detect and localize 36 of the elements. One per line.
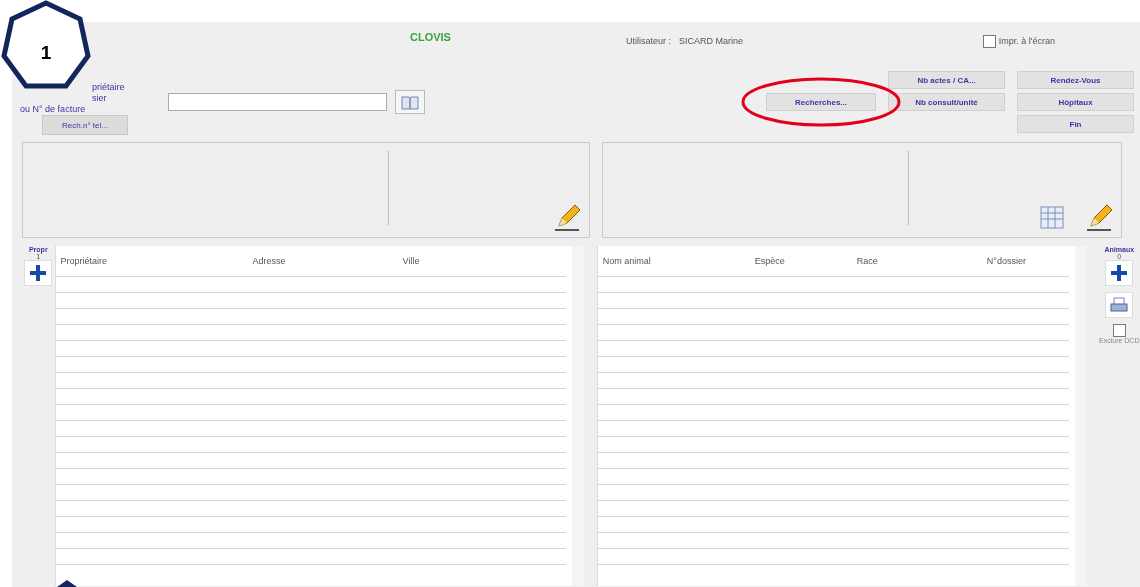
app-title: CLOVIS — [410, 31, 451, 43]
column-header[interactable]: Nom animal — [602, 256, 755, 266]
checkbox[interactable] — [1112, 324, 1126, 337]
stats-button[interactable]: Nb actes / CA... — [888, 71, 1005, 89]
search-book-button[interactable] — [395, 90, 425, 114]
checkbox-label: Impr. à l'écran — [998, 36, 1055, 46]
print-button[interactable] — [1105, 292, 1134, 318]
printer-icon — [1110, 297, 1129, 313]
column-header[interactable]: N°dossier — [986, 256, 1026, 266]
add-owner-button[interactable] — [24, 260, 53, 286]
search-label: ou N° de facture — [19, 104, 87, 115]
step-badge: 1 — [0, 0, 92, 92]
pencil-icon[interactable] — [553, 202, 583, 232]
user-label: Utilisateur : — [625, 36, 671, 46]
search-label: sier — [91, 93, 108, 104]
nav-button[interactable]: Hôpitaux — [1017, 93, 1134, 111]
nav-button[interactable]: Fin — [1017, 115, 1134, 133]
checkbox[interactable] — [982, 34, 996, 48]
column-header[interactable]: Race — [856, 256, 987, 266]
phone-search-tab[interactable]: Rech.n° tel... — [42, 115, 128, 135]
book-icon — [401, 94, 419, 110]
stats-button[interactable]: Nb consult/unité — [888, 93, 1005, 111]
column-header[interactable]: Ville — [402, 256, 420, 266]
column-header[interactable]: Adresse — [252, 256, 403, 266]
plus-icon — [1110, 264, 1129, 282]
plus-icon — [29, 264, 48, 282]
step-badge-tip — [56, 579, 78, 587]
nav-button[interactable]: Rendez-Vous — [1017, 71, 1134, 89]
column-header[interactable]: Propriétaire — [60, 256, 253, 266]
search-button[interactable]: Recherches... — [766, 93, 876, 111]
pencil-icon[interactable] — [1085, 202, 1115, 232]
column-header[interactable]: Espèce — [754, 256, 857, 266]
user-name: SICARD Marine — [678, 36, 743, 46]
search-label: priétaire — [91, 82, 126, 93]
add-animal-button[interactable] — [1105, 260, 1134, 286]
search-field[interactable] — [168, 93, 387, 111]
